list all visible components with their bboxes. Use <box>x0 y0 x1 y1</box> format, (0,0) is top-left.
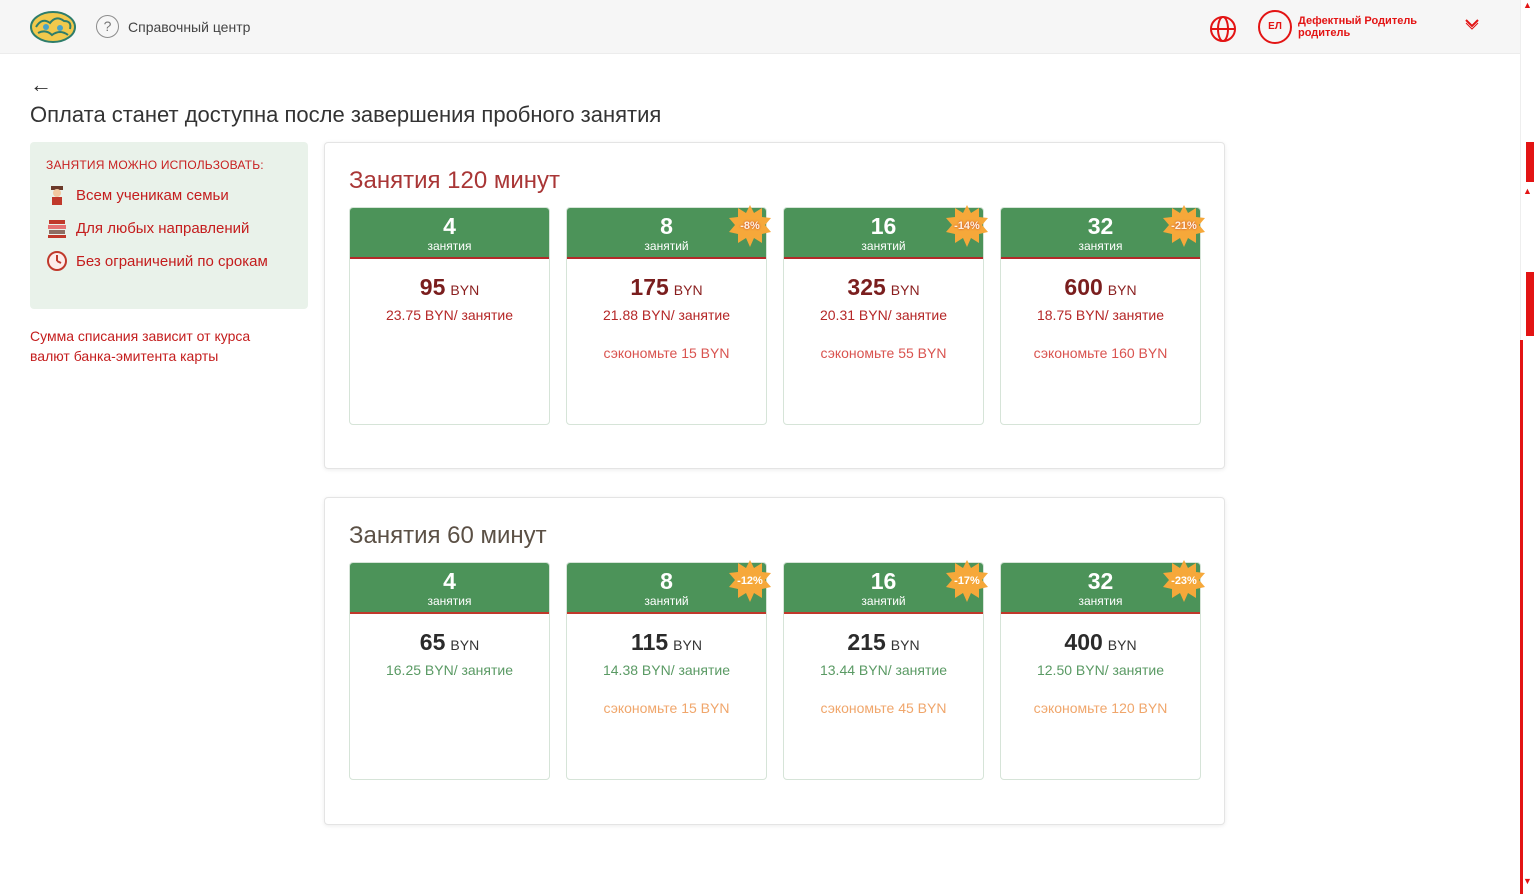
savings-text: сэкономьте 45 BYN <box>820 700 947 716</box>
help-center-link[interactable]: ? Справочный центр <box>96 15 250 38</box>
user-avatar: ЕЛ <box>1258 10 1292 44</box>
per-lesson-price: 14.38 BYN/ занятие <box>602 662 731 678</box>
package-card[interactable]: 8 занятий -12% 115 BYN 14.38 BYN/ занятие… <box>566 560 771 780</box>
scroll-up-arrow-icon[interactable]: ▲ <box>1523 0 1533 10</box>
lesson-count: 4 <box>443 568 456 594</box>
help-center-label: Справочный центр <box>128 18 251 35</box>
discount-value: -8% <box>740 220 760 232</box>
per-lesson-price: 13.44 BYN/ занятие <box>819 662 948 678</box>
package-card[interactable]: 4 занятия 95 BYN 23.75 BYN/ занятие <box>349 207 550 425</box>
per-lesson-price: 18.75 BYN/ занятие <box>1036 307 1165 323</box>
usage-info-label: Всем ученикам семьи <box>76 186 229 204</box>
package-card[interactable]: 16 занятий -17% 215 BYN 13.44 BYN/ заняти… <box>783 560 988 780</box>
scrollbar-thumb[interactable] <box>1526 142 1534 182</box>
package-card[interactable]: 16 занятий -14% 325 BYN 20.31 BYN/ заняти… <box>783 205 988 425</box>
plan-cards: 4 занятия 95 BYN 23.75 BYN/ занятие 8 зан… <box>349 205 1205 425</box>
usage-info-item: Для любых направлений <box>46 217 308 239</box>
books-icon <box>48 220 66 238</box>
plan-panel-120: Занятия 120 минут 4 занятия 95 BYN 23.75 … <box>324 142 1225 469</box>
usage-info-item: Всем ученикам семьи <box>46 184 308 206</box>
discount-badge: -21% <box>1162 204 1206 248</box>
usage-info-heading: Занятия можно использовать: <box>46 158 264 172</box>
help-icon: ? <box>96 15 119 38</box>
package-price: 600 <box>1064 274 1103 300</box>
clock-icon <box>47 251 67 271</box>
scrollbar-thumb-secondary[interactable] <box>1526 272 1534 336</box>
package-header: 4 занятия <box>350 563 549 614</box>
per-lesson-price: 12.50 BYN/ занятие <box>1036 662 1165 678</box>
package-card[interactable]: 32 занятия -23% 400 BYN 12.50 BYN/ заняти… <box>1000 560 1205 780</box>
currency: BYN <box>450 282 480 298</box>
per-lesson-price: 23.75 BYN/ занятие <box>385 307 514 323</box>
globe-icon[interactable] <box>1208 14 1238 44</box>
page-title: Оплата станет доступна после завершения … <box>30 102 662 127</box>
usage-info-item: Без ограничений по срокам <box>46 250 308 272</box>
discount-value: -14% <box>954 220 980 232</box>
per-lesson-price: 16.25 BYN/ занятие <box>385 662 514 678</box>
package-price: 95 <box>419 274 446 300</box>
user-menu[interactable]: ЕЛ Дефектный Родитель родитель <box>1258 10 1448 44</box>
student-icon <box>51 186 63 205</box>
package-price: 65 <box>419 629 446 655</box>
package-card[interactable]: 8 занятий -8% 175 BYN 21.88 BYN/ занятие … <box>566 205 771 425</box>
savings-text: сэкономьте 15 BYN <box>603 700 730 716</box>
savings-text: сэкономьте 160 BYN <box>1033 345 1168 361</box>
per-lesson-price: 20.31 BYN/ занятие <box>819 307 948 323</box>
discount-value: -12% <box>737 575 763 587</box>
package-price: 175 <box>630 274 669 300</box>
scroll-down-arrow-icon[interactable]: ▼ <box>1523 876 1532 886</box>
scrollbar[interactable] <box>1520 0 1540 894</box>
discount-value: -21% <box>1171 220 1197 232</box>
currency: BYN <box>1107 637 1137 653</box>
currency: BYN <box>890 637 920 653</box>
discount-badge: -14% <box>945 204 989 248</box>
user-name: Дефектный Родитель родитель <box>1298 15 1418 39</box>
plan-cards: 4 занятия 65 BYN 16.25 BYN/ занятие 8 зан… <box>349 560 1205 780</box>
savings-text: сэкономьте 55 BYN <box>820 345 947 361</box>
package-price: 215 <box>847 629 886 655</box>
discount-value: -23% <box>1171 575 1197 587</box>
lesson-count: 4 <box>443 213 456 239</box>
currency: BYN <box>890 282 920 298</box>
plan-title: Занятия 60 минут <box>349 522 547 549</box>
currency: BYN <box>673 637 702 653</box>
package-card[interactable]: 32 занятия -21% 600 BYN 18.75 BYN/ заняти… <box>1000 205 1205 425</box>
exchange-rate-note: Сумма списания зависит от курса валют ба… <box>30 328 251 364</box>
discount-badge: -23% <box>1162 559 1206 603</box>
package-price: 325 <box>847 274 886 300</box>
top-bar: ? Справочный центр ЕЛ Дефектный Родитель… <box>0 0 1520 54</box>
savings-text: сэкономьте 15 BYN <box>603 345 730 361</box>
discount-badge: -8% <box>728 204 772 248</box>
currency: BYN <box>450 637 480 653</box>
plan-title: Занятия 120 минут <box>349 167 561 194</box>
lesson-unit: занятия <box>427 239 472 253</box>
scrollbar-line <box>1520 340 1523 894</box>
package-price: 400 <box>1064 629 1103 655</box>
savings-text: сэкономьте 120 BYN <box>1033 700 1168 716</box>
scroll-marker-icon: ▲ <box>1523 186 1532 196</box>
back-button[interactable]: ← <box>30 72 52 98</box>
usage-info-label: Без ограничений по срокам <box>76 252 268 270</box>
usage-info-label: Для любых направлений <box>76 219 250 237</box>
discount-value: -17% <box>954 575 980 587</box>
lesson-unit: занятия <box>427 594 472 608</box>
usage-info-box: Занятия можно использовать: Всем ученика… <box>30 142 308 309</box>
chevron-down-icon[interactable] <box>1464 18 1480 30</box>
currency: BYN <box>1107 282 1137 298</box>
plan-panel-60: Занятия 60 минут 4 занятия 65 BYN 16.25 B… <box>324 497 1225 825</box>
discount-badge: -12% <box>728 559 772 603</box>
brain-logo-icon[interactable] <box>28 9 78 45</box>
per-lesson-price: 21.88 BYN/ занятие <box>602 307 731 323</box>
package-header: 4 занятия <box>350 208 549 259</box>
discount-badge: -17% <box>945 559 989 603</box>
package-price: 115 <box>631 629 669 655</box>
currency: BYN <box>673 282 703 298</box>
package-card[interactable]: 4 занятия 65 BYN 16.25 BYN/ занятие <box>349 562 550 780</box>
